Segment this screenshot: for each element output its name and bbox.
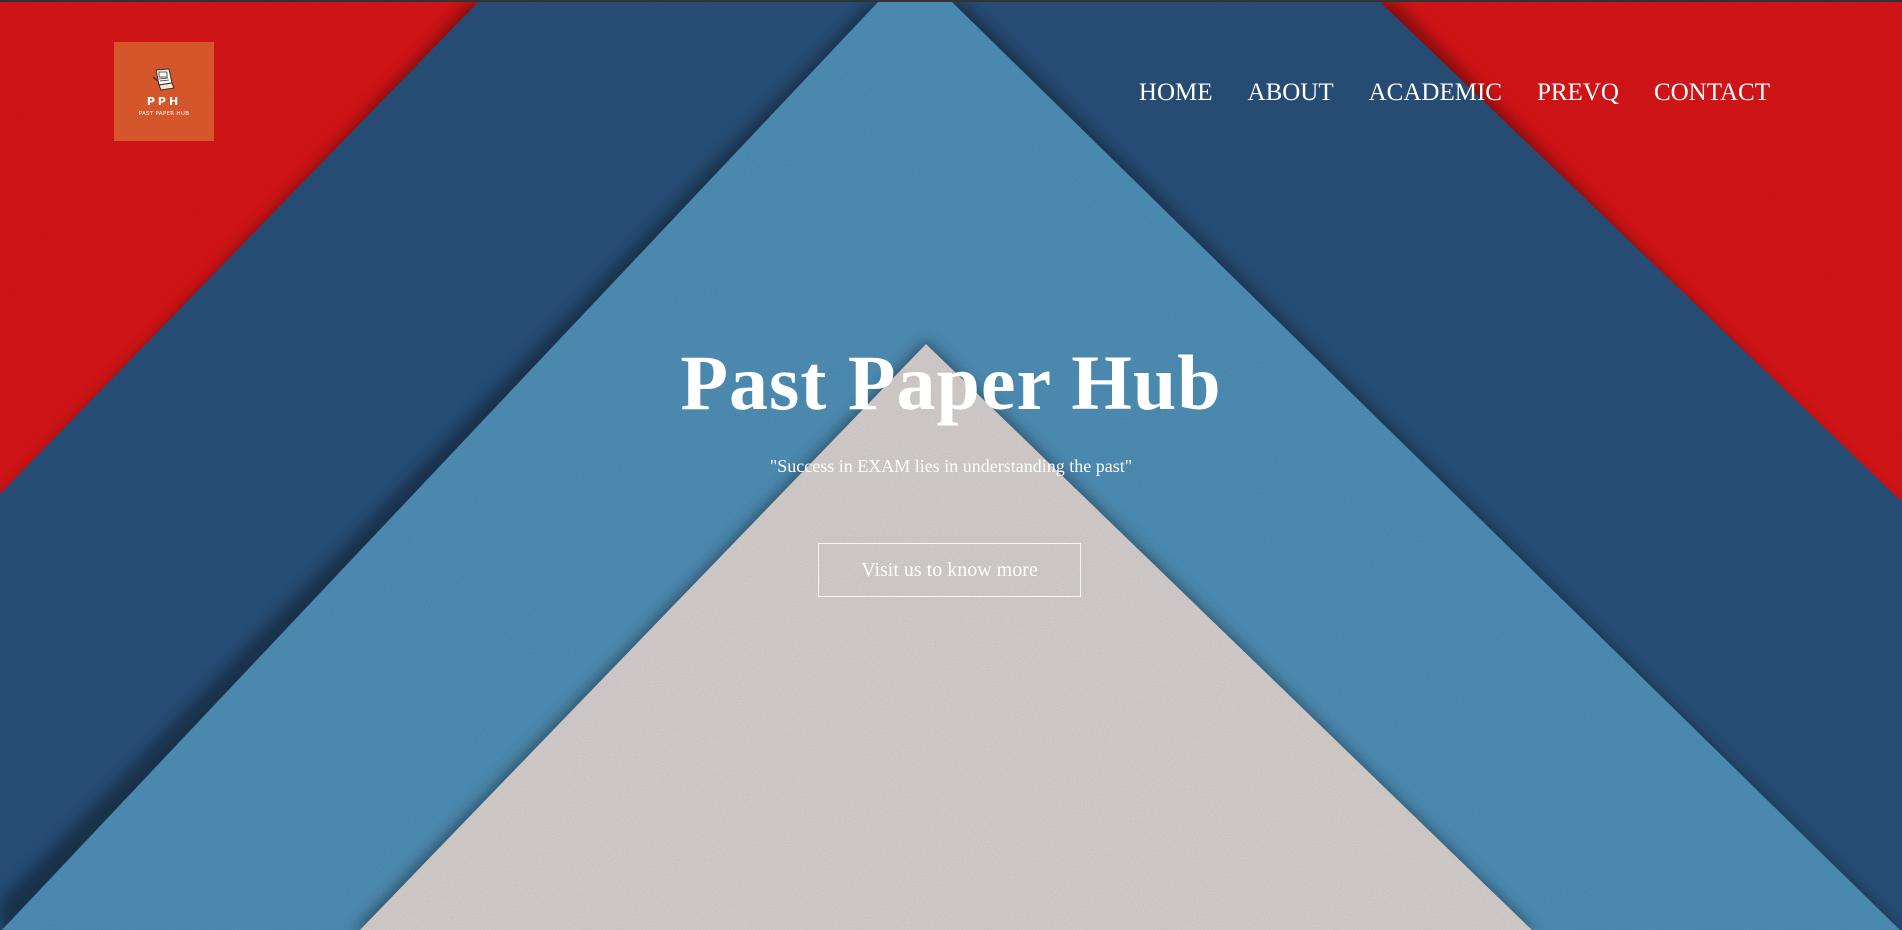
nav-about[interactable]: ABOUT [1248,76,1334,110]
logo[interactable]: PPH PAST PAPER HUB [114,42,214,141]
nav-home[interactable]: HOME [1139,76,1213,110]
hero-section: PPH PAST PAPER HUB HOME ABOUT ACADEMIC P… [0,0,1902,930]
main-nav: HOME ABOUT ACADEMIC PREVQ CONTACT [1139,76,1770,110]
visit-button[interactable]: Visit us to know more [818,543,1081,597]
logo-abbr: PPH [146,94,182,108]
hero-title: Past Paper Hub [680,339,1222,426]
nav-contact[interactable]: CONTACT [1654,76,1770,110]
hero-tagline: "Success in EXAM lies in understanding t… [769,456,1133,476]
nav-academic[interactable]: ACADEMIC [1369,76,1502,110]
logo-name: PAST PAPER HUB [138,110,190,117]
nav-prevq[interactable]: PREVQ [1537,76,1619,110]
document-scroll-icon [152,67,175,91]
